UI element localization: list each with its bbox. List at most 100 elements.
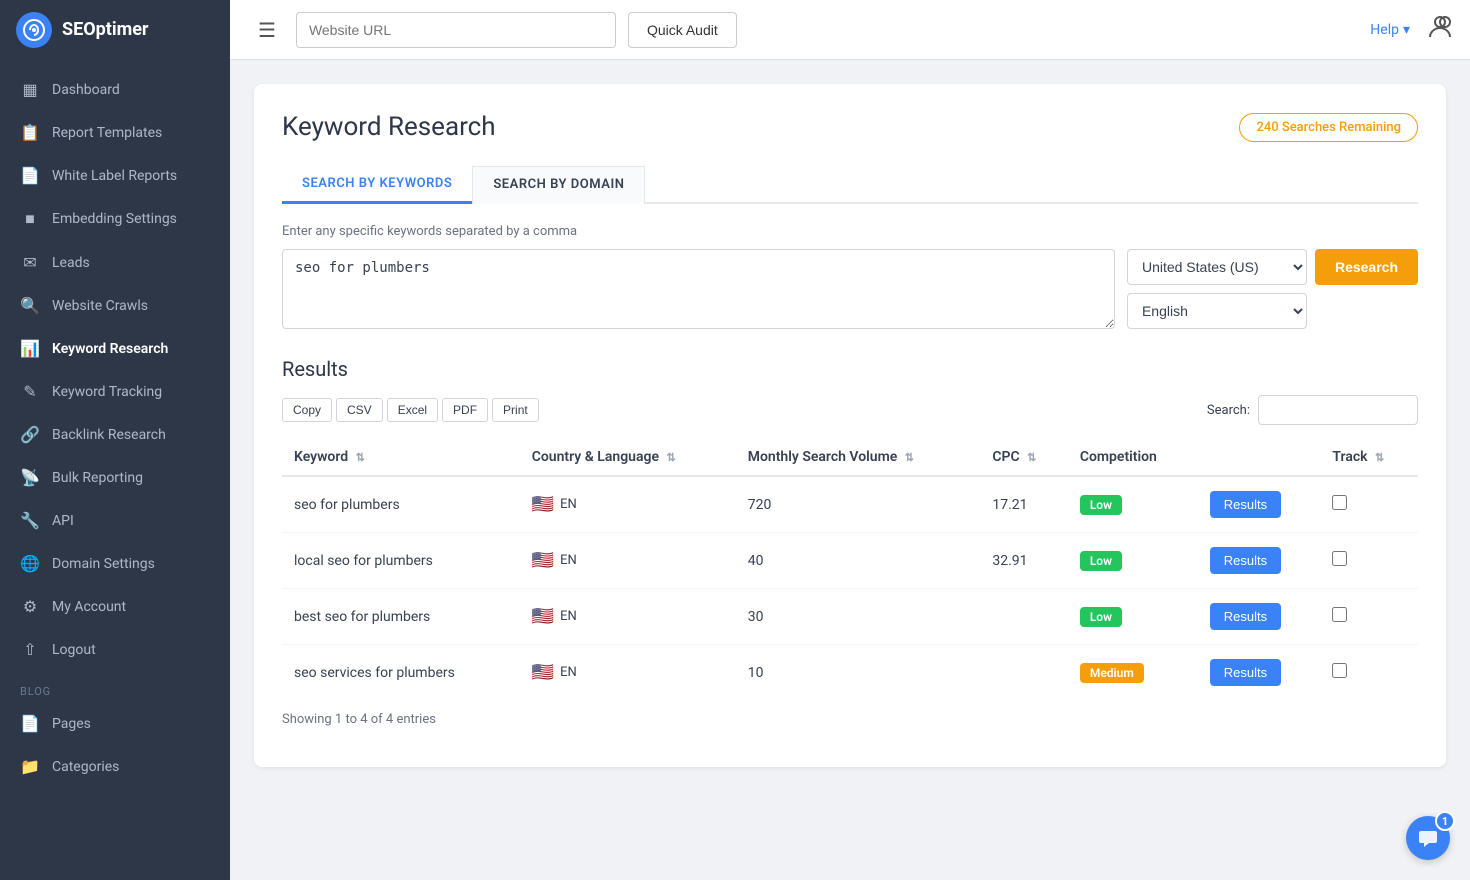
cell-country: 🇺🇸 EN	[520, 476, 736, 533]
results-button[interactable]: Results	[1210, 659, 1281, 686]
user-icon[interactable]	[1426, 13, 1454, 47]
track-checkbox[interactable]	[1332, 495, 1347, 510]
cell-country: 🇺🇸 EN	[520, 589, 736, 645]
cell-competition: Low	[1068, 533, 1198, 589]
bulk-reporting-icon: 📡	[20, 468, 40, 487]
table-search-input[interactable]	[1258, 395, 1418, 425]
white-label-icon: 📄	[20, 166, 40, 185]
logo-icon	[16, 12, 52, 48]
research-button[interactable]: Research	[1315, 249, 1418, 285]
cell-results-btn: Results	[1198, 533, 1321, 589]
cell-track	[1320, 476, 1418, 533]
competition-badge: Low	[1080, 495, 1122, 515]
language-select[interactable]: English Spanish French German	[1127, 293, 1307, 329]
cell-competition: Low	[1068, 476, 1198, 533]
table-row: seo services for plumbers 🇺🇸 EN 10 Mediu…	[282, 645, 1418, 701]
excel-button[interactable]: Excel	[387, 398, 438, 422]
cell-results-btn: Results	[1198, 476, 1321, 533]
cell-track	[1320, 645, 1418, 701]
country-select[interactable]: United States (US) United Kingdom (UK) C…	[1127, 249, 1307, 285]
results-table: Keyword ⇅ Country & Language ⇅ Monthly S…	[282, 439, 1418, 700]
cell-keyword: local seo for plumbers	[282, 533, 520, 589]
sidebar-item-keyword-tracking[interactable]: ✎ Keyword Tracking	[0, 370, 230, 413]
cell-track	[1320, 533, 1418, 589]
table-search: Search:	[1207, 395, 1418, 425]
track-checkbox[interactable]	[1332, 663, 1347, 678]
chat-icon	[1417, 827, 1439, 849]
cell-country: 🇺🇸 EN	[520, 533, 736, 589]
logout-icon: ⇧	[20, 640, 40, 659]
sidebar-item-pages[interactable]: 📄 Pages	[0, 702, 230, 745]
website-url-input[interactable]	[296, 12, 616, 48]
searches-remaining-badge: 240 Searches Remaining	[1239, 113, 1418, 142]
sidebar-item-my-account[interactable]: ⚙ My Account	[0, 585, 230, 628]
sidebar-item-logout[interactable]: ⇧ Logout	[0, 628, 230, 671]
search-controls: United States (US) United Kingdom (UK) C…	[1127, 249, 1418, 329]
sidebar-item-dashboard[interactable]: ▦ Dashboard	[0, 68, 230, 111]
sidebar-item-domain-settings[interactable]: 🌐 Domain Settings	[0, 542, 230, 585]
hamburger-button[interactable]: ☰	[250, 14, 284, 46]
cell-keyword: best seo for plumbers	[282, 589, 520, 645]
cell-volume: 10	[736, 645, 981, 701]
th-track: Track ⇅	[1320, 439, 1418, 476]
results-button[interactable]: Results	[1210, 491, 1281, 518]
cell-results-btn: Results	[1198, 645, 1321, 701]
tab-search-by-domain[interactable]: SEARCH BY DOMAIN	[472, 166, 645, 204]
page-header: Keyword Research 240 Searches Remaining	[282, 112, 1418, 142]
chat-button[interactable]: 1	[1406, 816, 1450, 860]
track-checkbox[interactable]	[1332, 607, 1347, 622]
cell-cpc	[980, 645, 1067, 701]
sidebar-item-white-label[interactable]: 📄 White Label Reports	[0, 154, 230, 197]
print-button[interactable]: Print	[492, 398, 539, 422]
help-button[interactable]: Help ▾	[1370, 22, 1410, 38]
th-results	[1198, 439, 1321, 476]
website-crawls-icon: 🔍	[20, 296, 40, 315]
categories-icon: 📁	[20, 757, 40, 776]
table-row: best seo for plumbers 🇺🇸 EN 30 Low Resul…	[282, 589, 1418, 645]
csv-button[interactable]: CSV	[336, 398, 383, 422]
table-row: local seo for plumbers 🇺🇸 EN 40 32.91 Lo…	[282, 533, 1418, 589]
track-checkbox[interactable]	[1332, 551, 1347, 566]
layout: ▦ Dashboard 📋 Report Templates 📄 White L…	[0, 60, 1470, 880]
pdf-button[interactable]: PDF	[442, 398, 488, 422]
export-buttons: Copy CSV Excel PDF Print	[282, 398, 539, 422]
results-title: Results	[282, 357, 1418, 381]
cell-cpc	[980, 589, 1067, 645]
keyword-tracking-icon: ✎	[20, 382, 40, 401]
dashboard-icon: ▦	[20, 80, 40, 99]
th-monthly-volume: Monthly Search Volume ⇅	[736, 439, 981, 476]
cell-keyword: seo services for plumbers	[282, 645, 520, 701]
cell-volume: 40	[736, 533, 981, 589]
search-form: seo for plumbers United States (US) Unit…	[282, 249, 1418, 329]
competition-badge: Low	[1080, 607, 1122, 627]
sidebar-item-website-crawls[interactable]: 🔍 Website Crawls	[0, 284, 230, 327]
search-label: Search:	[1207, 403, 1250, 418]
cell-volume: 720	[736, 476, 981, 533]
th-competition: Competition	[1068, 439, 1198, 476]
cell-volume: 30	[736, 589, 981, 645]
sidebar-item-keyword-research[interactable]: 📊 Keyword Research	[0, 327, 230, 370]
results-button[interactable]: Results	[1210, 547, 1281, 574]
chat-count-badge: 1	[1435, 811, 1455, 831]
pages-icon: 📄	[20, 714, 40, 733]
cell-cpc: 17.21	[980, 476, 1067, 533]
sidebar-item-categories[interactable]: 📁 Categories	[0, 745, 230, 788]
sidebar-item-api[interactable]: 🔧 API	[0, 499, 230, 542]
results-toolbar: Copy CSV Excel PDF Print Search:	[282, 395, 1418, 425]
sidebar-item-bulk-reporting[interactable]: 📡 Bulk Reporting	[0, 456, 230, 499]
keyword-input[interactable]: seo for plumbers	[282, 249, 1115, 329]
topbar-right: Help ▾	[1370, 13, 1454, 47]
sidebar-item-leads[interactable]: ✉ Leads	[0, 241, 230, 284]
sidebar-item-embedding[interactable]: ■ Embedding Settings	[0, 197, 230, 241]
sidebar-item-report-templates[interactable]: 📋 Report Templates	[0, 111, 230, 154]
cell-country: 🇺🇸 EN	[520, 645, 736, 701]
quick-audit-button[interactable]: Quick Audit	[628, 12, 737, 48]
sidebar-item-backlink-research[interactable]: 🔗 Backlink Research	[0, 413, 230, 456]
tab-search-by-keywords[interactable]: SEARCH BY KEYWORDS	[282, 166, 472, 204]
report-templates-icon: 📋	[20, 123, 40, 142]
main-content: Keyword Research 240 Searches Remaining …	[230, 60, 1470, 880]
table-row: seo for plumbers 🇺🇸 EN 720 17.21 Low Res…	[282, 476, 1418, 533]
page-title: Keyword Research	[282, 112, 496, 142]
copy-button[interactable]: Copy	[282, 398, 332, 422]
results-button[interactable]: Results	[1210, 603, 1281, 630]
